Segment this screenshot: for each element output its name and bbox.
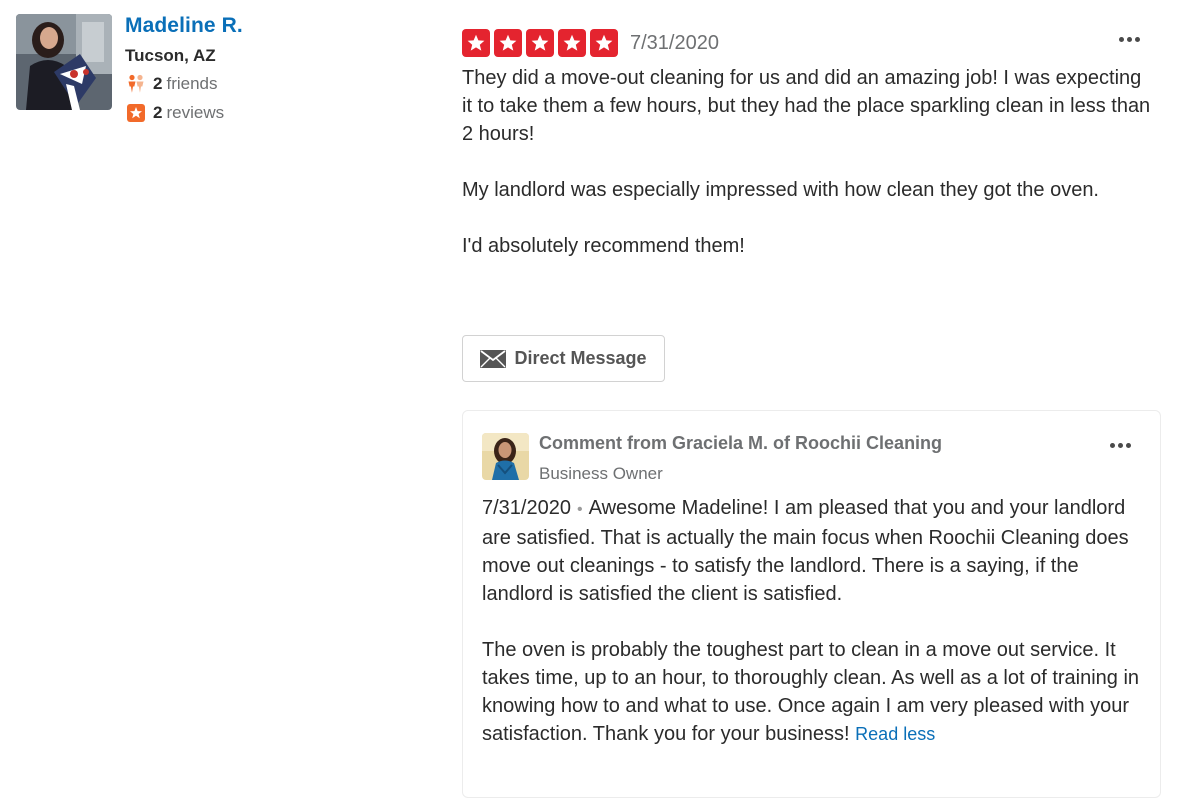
owner-comment-header: Comment from Graciela M. of Roochii Clea… [482, 433, 942, 484]
review-more-options-icon[interactable] [1117, 31, 1142, 48]
friends-count: 2 [153, 74, 163, 93]
friends-label: friends [166, 74, 218, 93]
review-star-icon [125, 102, 147, 124]
reviewer-info: Madeline R. Tucson, AZ 2 friends 2 revie… [125, 14, 243, 124]
owner-comment-card: Comment from Graciela M. of Roochii Clea… [462, 410, 1161, 798]
separator-dot: • [576, 501, 583, 518]
review-paragraph: My landlord was especially impressed wit… [462, 179, 1099, 201]
owner-comment-paragraph: The oven is probably the toughest part t… [482, 636, 1147, 748]
star-icon [590, 29, 618, 57]
envelope-icon [480, 349, 507, 369]
owner-meta: Comment from Graciela M. of Roochii Clea… [539, 433, 942, 484]
star-icon [494, 29, 522, 57]
comment-more-options-icon[interactable] [1108, 437, 1133, 454]
friends-stat: 2 friends [125, 73, 243, 95]
star-icon [462, 29, 490, 57]
review-card: 7/31/2020 They did a move-out cleaning f… [462, 27, 1162, 382]
reviews-label: reviews [166, 103, 225, 122]
star-rating [462, 29, 622, 57]
review-paragraph: They did a move-out cleaning for us and … [462, 67, 1151, 145]
reviewer-name-link[interactable]: Madeline R. [125, 14, 243, 38]
reviewer-location: Tucson, AZ [125, 46, 216, 65]
owner-comment-body: 7/31/2020 • Awesome Madeline! I am pleased… [482, 494, 1147, 748]
direct-message-label: Direct Message [514, 348, 647, 368]
owner-role: Business Owner [539, 464, 663, 483]
owner-avatar[interactable] [482, 433, 529, 480]
review-paragraph: I'd absolutely recommend them! [462, 235, 745, 257]
comment-text: The oven is probably the toughest part t… [482, 639, 1140, 745]
comment-date: 7/31/2020 [482, 497, 571, 519]
star-icon [558, 29, 586, 57]
reviews-count: 2 [153, 103, 163, 122]
owner-comment-paragraph: 7/31/2020 • Awesome Madeline! I am pleased… [482, 494, 1147, 608]
review-date: 7/31/2020 [630, 31, 719, 54]
reviewer-avatar[interactable] [16, 14, 112, 110]
read-less-link[interactable]: Read less [855, 724, 935, 744]
star-icon [526, 29, 554, 57]
friends-icon [125, 73, 147, 95]
reviews-stat: 2 reviews [125, 102, 243, 124]
owner-comment-title: Comment from Graciela M. of Roochii Clea… [539, 433, 943, 453]
direct-message-button[interactable]: Direct Message [462, 335, 665, 382]
review-text: They did a move-out cleaning for us and … [462, 64, 1152, 260]
rating-row: 7/31/2020 [462, 27, 1162, 59]
